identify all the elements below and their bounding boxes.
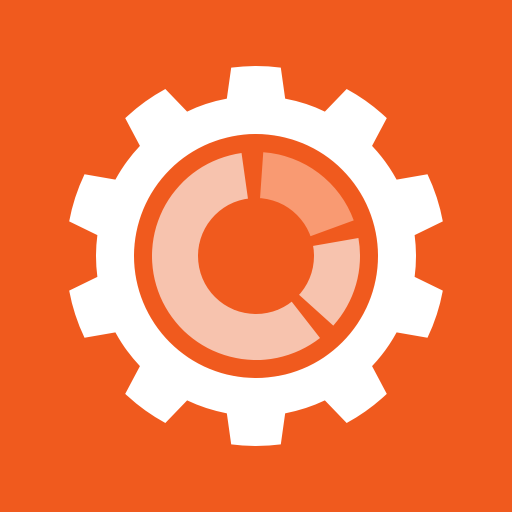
gear-with-donut-chart-icon [0, 0, 512, 512]
donut-center-hole [198, 198, 314, 314]
app-icon [0, 0, 512, 512]
